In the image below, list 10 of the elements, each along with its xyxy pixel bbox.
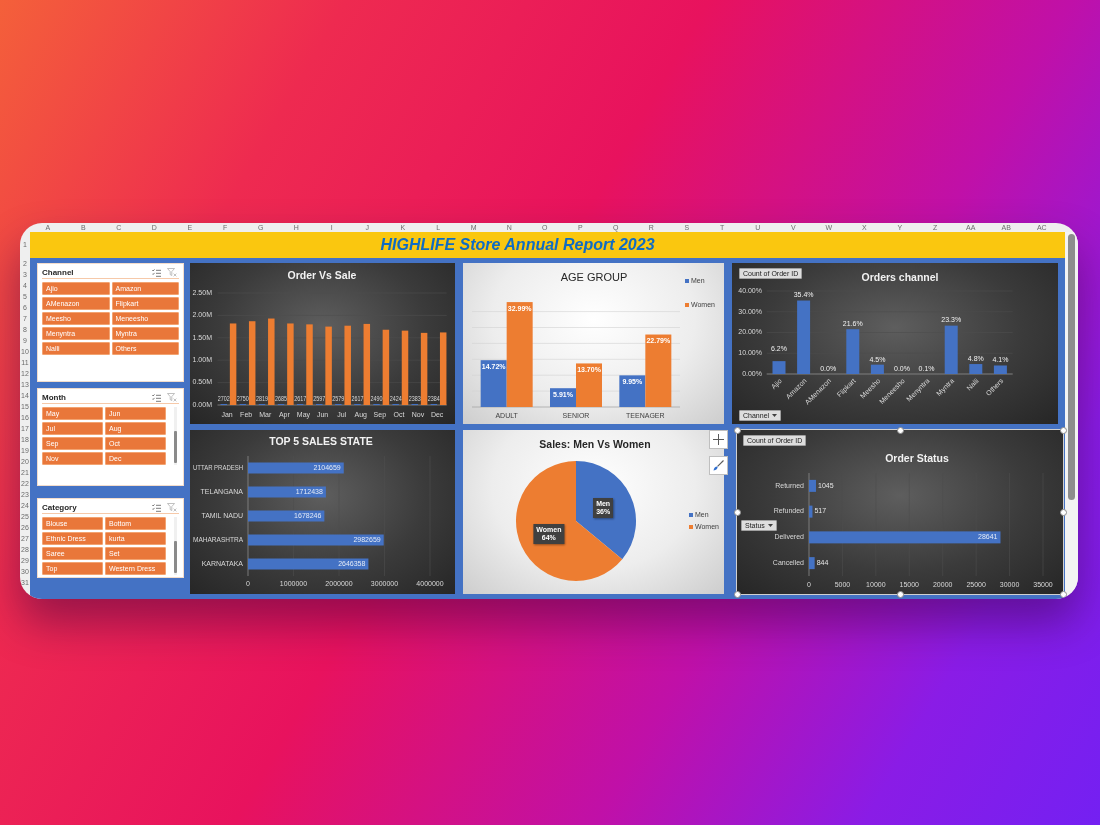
slicer-title: Channel	[42, 266, 75, 279]
chart-title: TOP 5 SALES STATE	[269, 434, 373, 447]
chart-title: Order Vs Sale	[287, 268, 357, 281]
slicer-title: Category	[42, 501, 78, 514]
chart-title: Order Status	[885, 451, 949, 464]
chart-title: Orders channel	[861, 270, 939, 283]
chart-title: Sales: Men Vs Women	[539, 437, 651, 450]
chart-title: AGE GROUP	[560, 270, 628, 283]
slicer-title: Month	[42, 391, 67, 404]
report-title: HIGHLIFE Store Annual Report 2023	[380, 235, 655, 255]
